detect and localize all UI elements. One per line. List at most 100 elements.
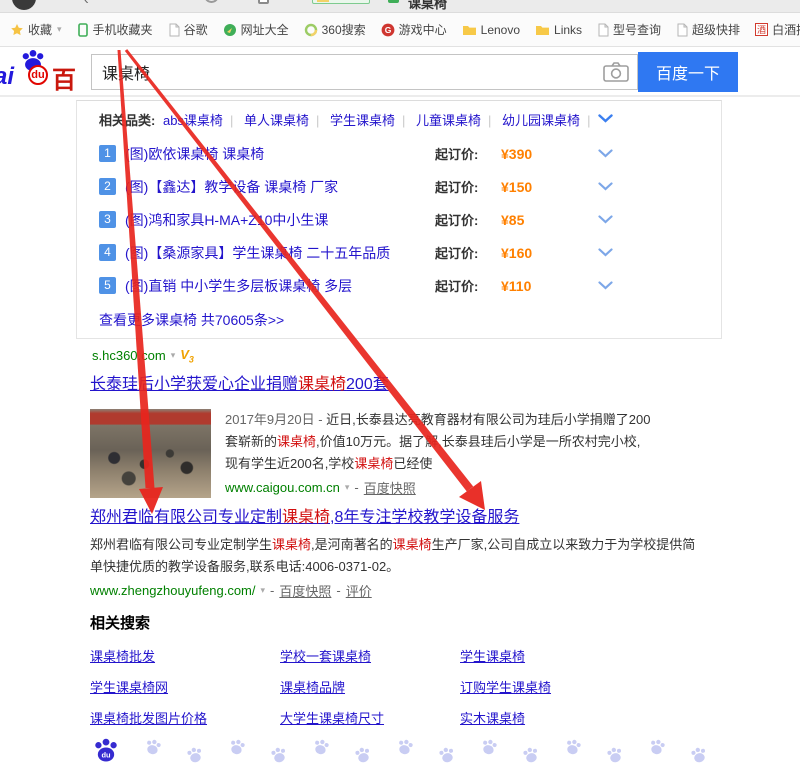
rank-badge: 5	[99, 277, 116, 294]
paw-icon[interactable]	[520, 745, 541, 764]
paw-icon[interactable]	[184, 745, 205, 764]
bookmark-google[interactable]: 谷歌	[168, 21, 208, 38]
product-link[interactable]: (图)直销 中小学生多层板课桌椅 多层	[125, 276, 352, 296]
pagination-paw-trail: du	[92, 728, 800, 764]
rank-badge: 3	[99, 211, 116, 228]
snapshot-link[interactable]: 百度快照	[279, 581, 331, 600]
price-value: ¥390	[501, 146, 532, 162]
bookmarks-bar: 收藏 ▾ 手机收藏夹 谷歌 网址大全 360搜索 G 游戏中心 Lenovo	[0, 13, 800, 47]
chevron-down-icon[interactable]: ▾	[345, 482, 350, 493]
snapshot-link[interactable]: 百度快照	[364, 478, 416, 497]
paw-icon[interactable]	[226, 737, 248, 758]
bookmark-folder-links[interactable]: Links	[535, 23, 582, 37]
rank-badge: 1	[99, 145, 116, 162]
price-label: 起订价:	[435, 210, 478, 229]
back-button-icon[interactable]: ‹	[84, 0, 89, 7]
device-icon[interactable]	[258, 0, 269, 4]
result-url[interactable]: www.zhengzhouyufeng.com/	[90, 583, 255, 598]
bookmark-site-directory[interactable]: 网址大全	[223, 21, 289, 38]
view-more-link[interactable]: 查看更多课桌椅 共70605条>>	[99, 312, 284, 328]
circle-search-icon	[304, 23, 318, 37]
chevron-down-icon[interactable]	[598, 248, 613, 257]
star-icon	[10, 23, 24, 37]
related-search-link[interactable]: 学校一套课桌椅	[280, 646, 460, 665]
category-link[interactable]: 单人课桌椅	[244, 113, 309, 128]
price-value: ¥160	[501, 245, 532, 261]
paw-icon[interactable]	[646, 737, 668, 758]
paw-icon[interactable]	[562, 737, 584, 758]
folder-icon	[535, 24, 550, 36]
page-icon	[168, 23, 180, 37]
result-title-link[interactable]: 郑州君临有限公司专业定制课桌椅,8年专注学校教学设备服务	[90, 503, 730, 527]
result-thumbnail[interactable]	[90, 409, 211, 498]
product-link[interactable]: (图)欧依课桌椅 课桌椅	[125, 144, 264, 164]
tab-title[interactable]: 课桌椅	[408, 0, 447, 12]
chevron-down-icon[interactable]: ▾	[171, 350, 176, 361]
related-search-link[interactable]: 学生课桌椅网	[90, 677, 280, 696]
price-label: 起订价:	[435, 276, 478, 295]
chevron-down-icon[interactable]	[598, 215, 613, 224]
paw-icon[interactable]	[604, 745, 625, 764]
product-row: 4 (图)【桑源家具】学生课桌椅 二十五年品质 起订价: ¥160	[99, 236, 721, 269]
related-search-link[interactable]: 订购学生课桌椅	[460, 677, 710, 696]
paw-icon[interactable]	[352, 745, 373, 764]
product-link[interactable]: (图)鸿和家具H-MA+Z10中小生课	[125, 210, 328, 230]
paw-icon[interactable]	[394, 737, 416, 758]
chevron-down-icon[interactable]	[598, 182, 613, 191]
bookmark-phone-favorites[interactable]: 手机收藏夹	[77, 21, 153, 38]
product-link[interactable]: (图)【鑫达】教学设备 课桌椅 厂家	[125, 177, 338, 197]
result-snippet: 郑州君临有限公司专业定制学生课桌椅,是河南著名的课桌椅生产厂家,公司自成立以来致…	[90, 534, 708, 578]
result-title-link[interactable]: 长泰珪后小学获爱心企业捐赠课桌椅200套	[90, 370, 730, 394]
paw-icon[interactable]	[436, 745, 457, 764]
related-search-link[interactable]: 大学生课桌椅尺寸	[280, 708, 460, 727]
compass-icon	[223, 23, 237, 37]
phone-icon	[77, 23, 89, 37]
category-link[interactable]: 学生课桌椅	[330, 113, 395, 128]
bookmark-super-rank[interactable]: 超级快排	[676, 21, 740, 38]
chevron-down-icon[interactable]	[598, 149, 613, 158]
paw-icon[interactable]	[310, 737, 332, 758]
refresh-icon[interactable]	[204, 0, 219, 3]
bookmark-game-center[interactable]: G 游戏中心	[381, 21, 447, 38]
browser-top-strip: ‹ 课桌椅	[0, 0, 800, 13]
related-search-heading: 相关搜索	[90, 612, 710, 633]
price-value: ¥150	[501, 179, 532, 195]
search-input[interactable]	[92, 63, 603, 81]
related-search-link[interactable]: 学生课桌椅	[460, 646, 710, 665]
rank-badge: 4	[99, 244, 116, 261]
category-link[interactable]: 儿童课桌椅	[416, 113, 481, 128]
related-search-link[interactable]: 实木课桌椅	[460, 708, 710, 727]
bookmark-liquor[interactable]: 酒 白酒招商	[755, 21, 800, 38]
product-row: 5 (图)直销 中小学生多层板课桌椅 多层 起订价: ¥110	[99, 269, 721, 302]
chevron-down-icon[interactable]	[598, 281, 613, 290]
related-search-link[interactable]: 课桌椅批发	[90, 646, 280, 665]
source-url[interactable]: s.hc360.com	[92, 348, 166, 363]
chevron-down-icon[interactable]	[598, 114, 613, 123]
chevron-down-icon[interactable]: ▾	[260, 585, 265, 596]
paw-icon[interactable]	[688, 745, 709, 764]
bookmark-folder-lenovo[interactable]: Lenovo	[462, 23, 520, 37]
bookmark-360-search[interactable]: 360搜索	[304, 21, 366, 38]
category-link[interactable]: abs课桌椅	[163, 113, 223, 128]
camera-icon[interactable]	[603, 61, 629, 83]
related-search-link[interactable]: 课桌椅批发图片价格	[90, 708, 280, 727]
review-link[interactable]: 评价	[346, 581, 372, 600]
result-url[interactable]: www.caigou.com.cn	[225, 480, 340, 495]
price-label: 起订价:	[435, 243, 478, 262]
bookmark-favorites[interactable]: 收藏 ▾	[10, 21, 62, 38]
paw-icon[interactable]	[478, 737, 500, 758]
product-row: 1 (图)欧依课桌椅 课桌椅 起订价: ¥390	[99, 137, 721, 170]
product-link[interactable]: (图)【桑源家具】学生课桌椅 二十五年品质	[125, 243, 390, 263]
baidu-logo[interactable]: ai du 百度	[0, 49, 88, 95]
paw-icon[interactable]	[142, 737, 164, 758]
result-url-line: www.zhengzhouyufeng.com/ ▾ - 百度快照 - 评价	[90, 581, 730, 600]
extension-chip[interactable]	[312, 0, 370, 4]
search-button[interactable]: 百度一下	[638, 52, 738, 92]
price-value: ¥110	[501, 278, 531, 294]
bookmark-model-lookup[interactable]: 型号查询	[597, 21, 661, 38]
avatar-circle[interactable]	[12, 0, 36, 10]
baidu-paw-logo-icon[interactable]: du	[92, 738, 120, 764]
related-search-link[interactable]: 课桌椅品牌	[280, 677, 460, 696]
paw-icon[interactable]	[268, 745, 289, 764]
category-link[interactable]: 幼儿园课桌椅	[502, 113, 580, 128]
